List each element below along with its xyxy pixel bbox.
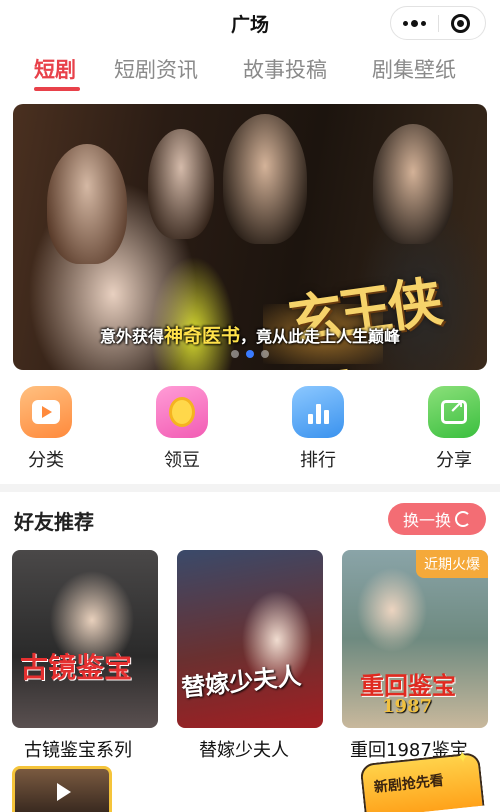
drama-title: 古镜鉴宝系列 bbox=[24, 740, 132, 761]
hero-banner[interactable]: 玄王侠医 意外获得神奇医书，竟从此走上人生巅峰 bbox=[13, 104, 487, 370]
quick-action-ranking[interactable]: 排行 bbox=[273, 386, 363, 472]
drama-cover[interactable]: 古镜鉴宝 bbox=[12, 550, 158, 728]
pagination-dot[interactable] bbox=[231, 350, 239, 358]
refresh-label: 换一换 bbox=[402, 511, 451, 530]
active-tab-indicator bbox=[34, 87, 80, 91]
drama-card[interactable]: 古镜鉴宝 古镜鉴宝系列 bbox=[12, 550, 158, 761]
hot-badge: 近期火爆 bbox=[416, 550, 488, 578]
floating-video-thumbnail[interactable] bbox=[12, 766, 112, 812]
tab-story-submission[interactable]: 故事投稿 bbox=[243, 54, 327, 84]
sparkle-icon: ✦ bbox=[454, 746, 471, 768]
play-icon bbox=[57, 783, 71, 801]
more-dots-icon[interactable] bbox=[391, 7, 438, 39]
drama-cover[interactable]: 替嫁少夫人 bbox=[177, 550, 323, 728]
section-divider bbox=[0, 484, 500, 492]
cover-title-art: 替嫁少夫人 bbox=[180, 660, 303, 703]
share-icon bbox=[428, 386, 480, 438]
capsule-divider bbox=[438, 15, 439, 32]
refresh-button[interactable]: 换一换 bbox=[388, 503, 486, 535]
ranking-icon bbox=[292, 386, 344, 438]
quick-action-label: 排行 bbox=[300, 450, 336, 471]
banner-figure bbox=[47, 144, 127, 264]
mini-program-capsule bbox=[390, 6, 486, 40]
quick-action-label: 分类 bbox=[28, 450, 64, 471]
top-tabs: 短剧 短剧资讯 故事投稿 剧集壁纸 bbox=[0, 50, 500, 94]
banner-caption-highlight: 神奇医书 bbox=[163, 325, 240, 347]
banner-pagination[interactable] bbox=[13, 350, 487, 358]
coin-icon bbox=[156, 386, 208, 438]
category-icon bbox=[20, 386, 72, 438]
drama-title: 替嫁少夫人 bbox=[199, 740, 289, 761]
quick-action-label: 分享 bbox=[436, 450, 472, 471]
banner-figure bbox=[373, 124, 453, 244]
pagination-dot[interactable] bbox=[261, 350, 269, 358]
quick-action-coins[interactable]: 领豆 bbox=[137, 386, 227, 472]
quick-actions: 分类 领豆 排行 分享 bbox=[0, 386, 500, 476]
banner-figure bbox=[148, 129, 214, 239]
tab-short-drama[interactable]: 短剧 bbox=[34, 54, 76, 84]
promo-label: 新剧抢先看 bbox=[373, 772, 445, 796]
title-bar: 广场 bbox=[0, 0, 500, 46]
target-close-icon[interactable] bbox=[451, 14, 470, 33]
cover-year-art: 1987 bbox=[382, 696, 433, 717]
quick-action-label: 领豆 bbox=[164, 450, 200, 471]
drama-card[interactable]: 重回鉴宝 1987 近期火爆 重回1987鉴宝 bbox=[342, 550, 488, 761]
quick-action-share[interactable]: 分享 bbox=[409, 386, 499, 472]
drama-card[interactable]: 替嫁少夫人 替嫁少夫人 bbox=[177, 550, 323, 761]
pagination-dot-active[interactable] bbox=[246, 350, 254, 358]
banner-caption: 意外获得神奇医书，竟从此走上人生巅峰 bbox=[99, 325, 401, 347]
tab-drama-news[interactable]: 短剧资讯 bbox=[114, 54, 198, 84]
banner-figure bbox=[223, 114, 307, 244]
cover-title-art: 古镜鉴宝 bbox=[20, 651, 133, 684]
refresh-icon bbox=[455, 511, 471, 527]
tab-wallpapers[interactable]: 剧集壁纸 bbox=[372, 54, 456, 84]
quick-action-category[interactable]: 分类 bbox=[1, 386, 91, 472]
section-title-friend-recommend: 好友推荐 bbox=[14, 510, 94, 534]
drama-cover[interactable]: 重回鉴宝 1987 近期火爆 bbox=[342, 550, 488, 728]
